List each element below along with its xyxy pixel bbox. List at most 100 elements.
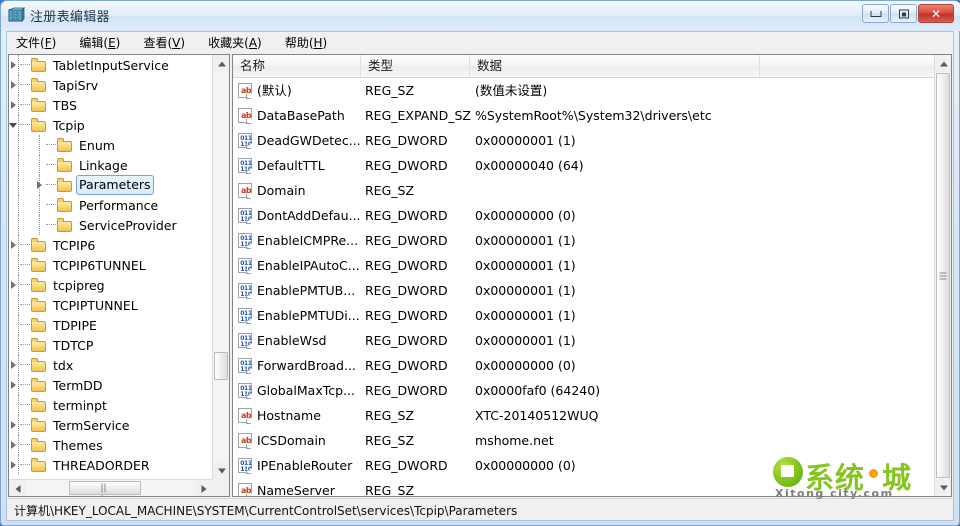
expand-arrow-icon[interactable] (9, 241, 18, 250)
expand-arrow-icon[interactable] (9, 361, 18, 370)
menu-edit[interactable]: 编辑(E) (70, 33, 129, 53)
list-vertical-scroll-thumb[interactable] (936, 73, 950, 478)
value-row[interactable]: ab Domain REG_SZ (233, 178, 934, 203)
value-data: 0x00000001 (1) (475, 258, 576, 273)
expand-arrow-icon[interactable] (9, 381, 18, 390)
value-row[interactable]: ab DataBasePath REG_EXPAND_SZ %SystemRoot%\… (233, 103, 934, 128)
tree-item-tcpip[interactable]: Tcpip (9, 115, 212, 135)
value-type: REG_DWORD (365, 308, 448, 323)
tree-item-label: Parameters (76, 175, 154, 195)
tree-item-termdd[interactable]: TermDD (9, 375, 212, 395)
title-bar: 注册表编辑器 ✕ (1, 1, 960, 31)
tree-item-themes[interactable]: Themes (9, 435, 212, 455)
tree-item-linkage[interactable]: Linkage (9, 155, 212, 175)
tree-item-tcpip6tunnel[interactable]: TCPIP6TUNNEL (9, 255, 212, 275)
expand-arrow-icon[interactable] (9, 441, 18, 450)
tree-scroll-up-icon[interactable] (213, 55, 229, 72)
tree-connector-dots (20, 124, 30, 125)
tree-item-tbs[interactable]: TBS (9, 95, 212, 115)
value-row[interactable]: 011 110 EnableIPAutoC... REG_DWORD 0x0000000… (233, 253, 934, 278)
tree-connector-dots (20, 444, 30, 445)
tree-item-termservice[interactable]: TermService (9, 415, 212, 435)
dword-value-icon: 011 110 (238, 158, 252, 173)
value-row[interactable]: 011 110 EnableICMPRe... REG_DWORD 0x00000001… (233, 228, 934, 253)
folder-icon (31, 278, 47, 292)
tree-item-label: terminpt (53, 398, 107, 413)
menu-help[interactable]: 帮助(H) (276, 33, 336, 53)
value-row[interactable]: 011 110 GlobalMaxTcp... REG_DWORD 0x0000faf0… (233, 378, 934, 403)
value-row[interactable]: 011 110 DeadGWDetec... REG_DWORD 0x00000001 … (233, 128, 934, 153)
value-row[interactable]: 011 110 DontAddDefau... REG_DWORD 0x00000000… (233, 203, 934, 228)
folder-icon (31, 78, 47, 92)
tree-scroll-down-icon[interactable] (213, 462, 229, 479)
value-row[interactable]: ab (默认) REG_SZ (数值未设置) (233, 78, 934, 103)
dword-value-icon: 011 110 (238, 383, 252, 398)
expand-arrow-icon[interactable] (9, 461, 18, 470)
tree-item-tapisrv[interactable]: TapiSrv (9, 75, 212, 95)
tree-connector-line (18, 335, 19, 355)
tree-item-label: TabletInputService (53, 58, 169, 73)
value-name: EnablePMTUB... (257, 283, 356, 298)
registry-tree[interactable]: TabletInputService TapiSrv TBS Tcpip Enum Lin… (9, 55, 212, 479)
value-row[interactable]: 011 110 DefaultTTL REG_DWORD 0x00000040 (64) (233, 153, 934, 178)
value-row[interactable]: ab Hostname REG_SZ XTC-20140512WUQ (233, 403, 934, 428)
value-row[interactable]: 011 110 EnablePMTUDi... REG_DWORD 0x00000001… (233, 303, 934, 328)
menu-bar: 文件(F) 编辑(E) 查看(V) 收藏夹(A) 帮助(H) (7, 32, 953, 53)
value-row[interactable]: ab ICSDomain REG_SZ mshome.net (233, 428, 934, 453)
value-type: REG_DWORD (365, 358, 448, 373)
tree-vertical-scroll-thumb[interactable] (214, 352, 228, 380)
tree-horizontal-scrollbar[interactable] (9, 479, 212, 496)
values-list[interactable]: ab (默认) REG_SZ (数值未设置) ab DataBasePath REG_EXP… (233, 78, 934, 496)
expand-arrow-icon[interactable] (9, 81, 18, 90)
tree-item-serviceprovider[interactable]: ServiceProvider (9, 215, 212, 235)
list-scroll-up-icon[interactable] (935, 55, 951, 72)
tree-item-tcpip6[interactable]: TCPIP6 (9, 235, 212, 255)
tree-item-enum[interactable]: Enum (9, 135, 212, 155)
tree-item-performance[interactable]: Performance (9, 195, 212, 215)
tree-item-tcpipreg[interactable]: tcpipreg (9, 275, 212, 295)
tree-item-tdpipe[interactable]: TDPIPE (9, 315, 212, 335)
column-header-type[interactable]: 类型 (361, 55, 470, 77)
expand-arrow-icon[interactable] (35, 181, 44, 190)
maximize-button[interactable] (890, 4, 917, 23)
menu-favorites[interactable]: 收藏夹(A) (199, 33, 271, 53)
dword-value-icon: 011 110 (238, 283, 252, 298)
tree-item-terminpt[interactable]: terminpt (9, 395, 212, 415)
collapse-arrow-icon[interactable] (9, 121, 18, 130)
minimize-button[interactable] (862, 4, 889, 23)
tree-item-tdx[interactable]: tdx (9, 355, 212, 375)
tree-scroll-right-icon[interactable] (195, 480, 212, 496)
column-header-name[interactable]: 名称 (233, 55, 361, 77)
list-scroll-down-icon[interactable] (935, 479, 951, 496)
tree-connector-line (18, 155, 19, 175)
menu-view[interactable]: 查看(V) (134, 33, 194, 53)
tree-vertical-scrollbar[interactable] (212, 55, 229, 479)
tree-item-tcpiptunnel[interactable]: TCPIPTUNNEL (9, 295, 212, 315)
tree-item-label: THREADORDER (53, 458, 150, 473)
expand-arrow-icon[interactable] (9, 61, 18, 70)
tree-item-tabletinputservice[interactable]: TabletInputService (9, 55, 212, 75)
value-data: 0x00000001 (1) (475, 133, 576, 148)
tree-horizontal-scroll-thumb[interactable] (69, 481, 141, 496)
column-header-row: 名称 类型 数据 (233, 55, 934, 78)
value-row[interactable]: 011 110 EnableWsd REG_DWORD 0x00000001 (1) (233, 328, 934, 353)
value-row[interactable]: 011 110 IPEnableRouter REG_DWORD 0x00000000 … (233, 453, 934, 478)
folder-icon (31, 378, 47, 392)
expand-arrow-icon[interactable] (9, 281, 18, 290)
list-vertical-scrollbar[interactable] (934, 55, 951, 496)
folder-icon (31, 298, 47, 312)
tree-item-tdtcp[interactable]: TDTCP (9, 335, 212, 355)
column-header-data[interactable]: 数据 (470, 55, 760, 77)
tree-scroll-left-icon[interactable] (9, 480, 26, 496)
value-name: Domain (257, 183, 306, 198)
expand-arrow-icon[interactable] (9, 101, 18, 110)
registry-editor-icon (8, 7, 25, 24)
expand-arrow-icon[interactable] (9, 421, 18, 430)
menu-file[interactable]: 文件(F) (7, 33, 65, 53)
close-button[interactable]: ✕ (918, 4, 954, 23)
tree-item-threadorder[interactable]: THREADORDER (9, 455, 212, 475)
value-row[interactable]: 011 110 EnablePMTUB... REG_DWORD 0x00000001 … (233, 278, 934, 303)
value-row[interactable]: 011 110 ForwardBroad... REG_DWORD 0x00000000… (233, 353, 934, 378)
value-row[interactable]: ab NameServer REG_SZ (233, 478, 934, 496)
tree-item-parameters[interactable]: Parameters (9, 175, 212, 195)
